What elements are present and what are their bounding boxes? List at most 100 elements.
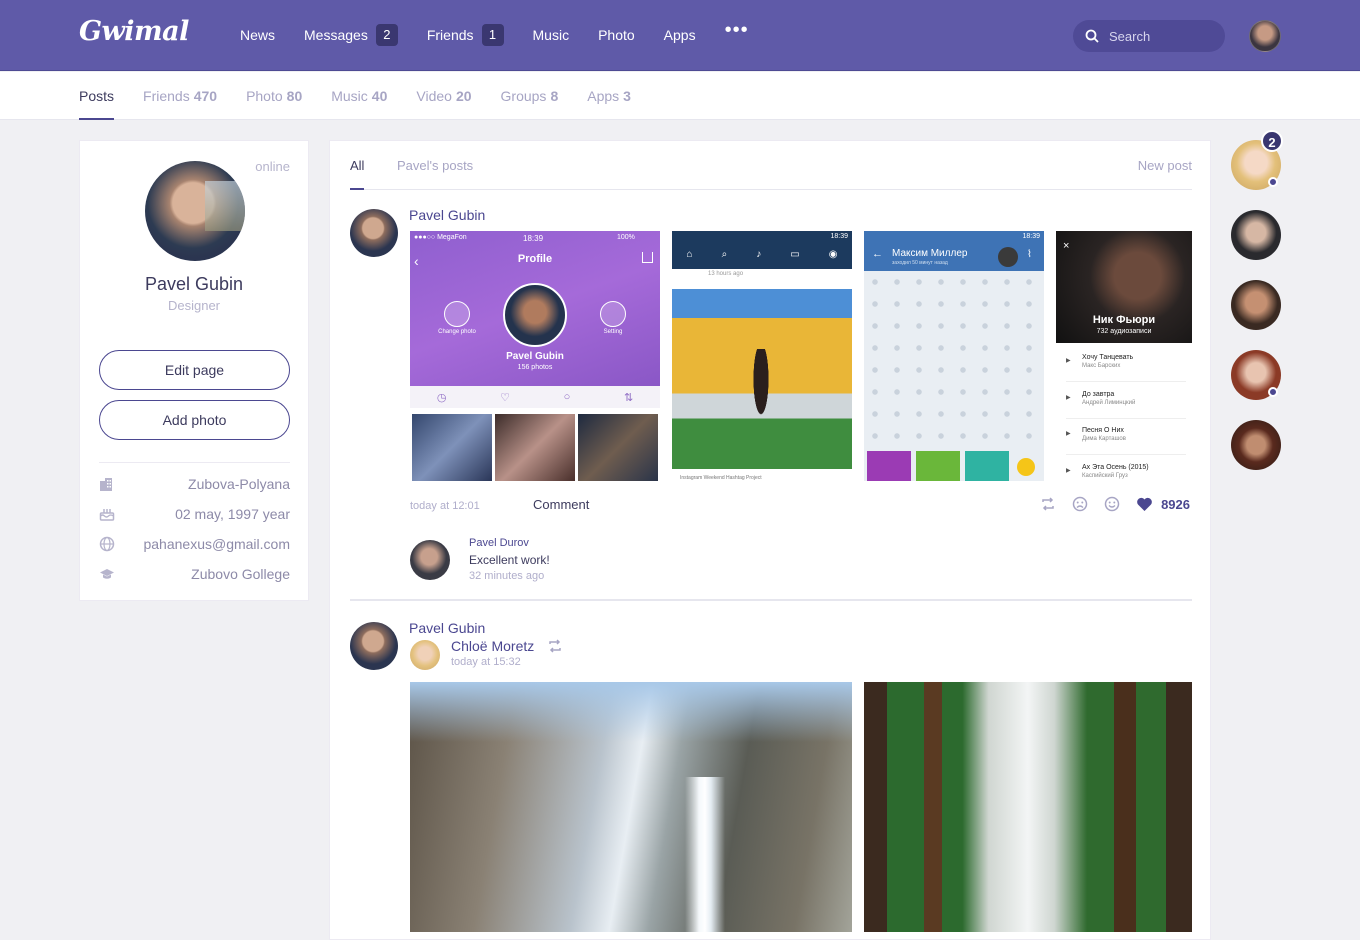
post-time: today at 15:32 [451,656,521,668]
track-title: Песня О Них [1082,427,1124,434]
messages-badge: 2 [375,24,398,46]
nav-apps[interactable]: Apps [664,27,696,43]
commenter-avatar[interactable] [410,540,450,580]
nav-label: Messages [304,27,368,43]
info-email: pahanexus@gmail.com [99,534,290,554]
artist-photo: × Ник Фьюри 732 аудиозаписи [1056,231,1192,343]
profile-avatar[interactable] [145,161,245,261]
tab-count: 3 [623,88,631,104]
nav-friends[interactable]: Friends 1 [427,24,504,46]
photo-caption: Instagram Weekend Hashtag Project [680,475,762,481]
heart-icon[interactable] [1136,497,1153,512]
tab-video[interactable]: Video 20 [416,72,471,120]
likes-count: 8926 [1161,496,1190,512]
commenter-name[interactable]: Pavel Durov [469,537,529,549]
search-input[interactable] [1109,28,1209,44]
building-icon [100,478,112,491]
paperclip-icon: ⌇ [1027,249,1032,260]
tab-label: Photo [246,88,283,104]
nav-messages[interactable]: Messages 2 [304,24,398,46]
post-author-avatar[interactable] [350,209,398,257]
sticker-swatch [965,451,1009,481]
profile-card: online Pavel Gubin Designer Edit page Ad… [79,140,309,601]
document-icon [1017,458,1035,476]
post-image[interactable]: 18:39 ← Максим Миллер заходил 50 минут н… [864,231,1044,481]
shared-from-avatar[interactable] [410,640,440,670]
friend-avatar[interactable] [1231,280,1281,330]
smile-face-icon[interactable] [1104,496,1120,512]
tab-posts[interactable]: Posts [79,72,115,120]
tv-icon: ▭ [790,249,800,260]
tree-trunk [1114,682,1136,932]
comment-text: Excellent work! [469,553,550,567]
repost-icon[interactable] [1040,497,1056,511]
tab-apps[interactable]: Apps 3 [587,72,631,120]
info-city: Zubova-Polyana [99,474,290,494]
nav-music[interactable]: Music [533,27,570,43]
divider [99,462,290,463]
forest-waterfall-photo[interactable] [864,682,1192,932]
nav-label: Apps [663,27,696,43]
status-carrier: ●●●○○ MegaFon [414,234,467,241]
camera-icon [444,301,470,327]
tab-pavels-posts[interactable]: Pavel's posts [397,158,473,173]
track-artist: Каспийский Груз [1082,473,1128,479]
comment-time: 32 minutes ago [469,570,545,582]
post-image[interactable]: ●●●○○ MegaFon 18:39 100% ‹ Profile Chang… [410,231,660,481]
post-image[interactable]: 18:39 ⌂ ⌕ ♪ ▭ ◉ 13 hours ago Instagram Weeke… [672,231,852,481]
repost-icon [549,639,561,653]
mockup-photos-count: 156 photos [517,364,553,371]
post-author-avatar[interactable] [350,622,398,670]
child-silhouette [746,349,776,449]
friend-avatar[interactable] [1231,420,1281,470]
post-ago: 13 hours ago [708,271,744,277]
status-clock: 18:39 [830,233,848,240]
new-post-button[interactable]: New post [1138,158,1192,173]
tab-music[interactable]: Music 40 [331,72,387,120]
clock-icon: ◷ [436,391,447,404]
more-menu-icon[interactable]: ••• [725,19,749,42]
globe-icon [99,536,115,552]
instagram-photo [672,289,852,469]
mockup-avatar [503,283,567,347]
back-arrow-icon: ← [872,248,883,260]
sad-face-icon[interactable] [1072,496,1088,512]
tab-groups[interactable]: Groups 8 [501,72,559,120]
info-education: Zubovo Gollege [99,564,290,584]
shared-from-name[interactable]: Chloë Moretz [451,638,534,654]
post-image[interactable]: × Ник Фьюри 732 аудиозаписи ▶ Хочу Танце… [1056,231,1192,481]
friends-badge: 1 [481,24,504,46]
track-artist: Макс Барских [1082,363,1121,369]
feed-tabs: All Pavel's posts New post [350,141,1192,190]
tab-photo[interactable]: Photo 80 [246,72,302,120]
tab-friends[interactable]: Friends 470 [143,72,217,120]
gear-icon [600,301,626,327]
friend-avatar[interactable] [1231,210,1281,260]
post-author-name[interactable]: Pavel Gubin [409,207,485,223]
post-author-name[interactable]: Pavel Gubin [409,620,485,636]
share-icon [642,252,653,263]
sort-icon: ⇅ [623,391,634,404]
logo[interactable]: Gwimal [79,16,189,47]
chat-status: заходил 50 минут назад [892,260,948,266]
bell-icon: ♪ [756,249,762,260]
nav-photo[interactable]: Photo [598,27,635,43]
track-row: ▶ Хочу Танцевать Макс Барских [1066,354,1186,382]
cake-icon [99,509,115,521]
search-box[interactable] [1073,20,1225,52]
tab-all[interactable]: All [350,158,365,190]
nav-news[interactable]: News [240,27,275,43]
thumb-photo [578,414,658,481]
user-avatar[interactable] [1249,20,1281,52]
mockup-toolbar: ◷ ♡ ○ ⇅ [410,386,660,408]
comment-button[interactable]: Comment [533,497,589,512]
tab-label: Video [416,88,452,104]
tree-trunk [924,682,942,932]
play-icon: ▶ [1066,395,1071,401]
add-photo-button[interactable]: Add photo [99,400,290,440]
online-dot [1268,177,1278,187]
status-clock: 18:39 [1022,233,1040,240]
edit-page-button[interactable]: Edit page [99,350,290,390]
waterfall-photo[interactable] [410,682,852,932]
tab-label: Apps [587,88,620,104]
